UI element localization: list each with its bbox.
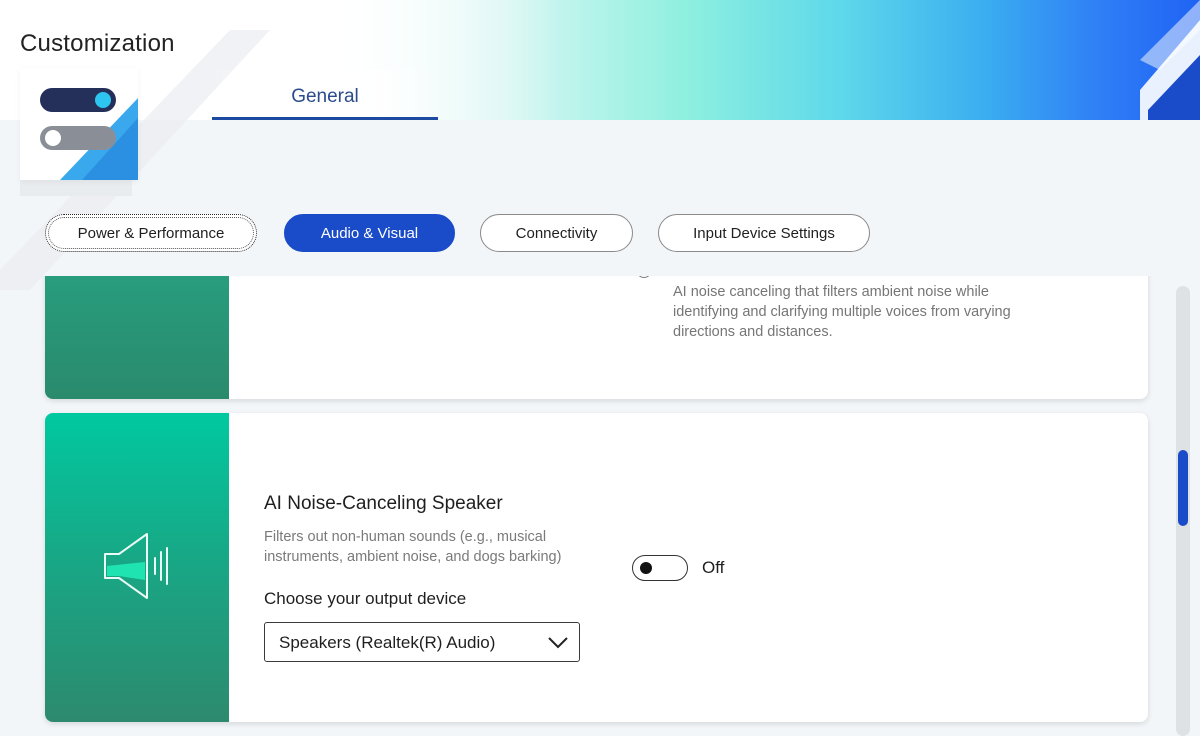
radio-button[interactable] [635, 276, 653, 278]
header-banner [0, 0, 1200, 120]
toggle-state-label: Off [702, 558, 725, 577]
scrollbar-thumb[interactable] [1178, 450, 1188, 526]
card-side-panel [45, 413, 229, 722]
category-power-performance[interactable]: Power & Performance [45, 214, 257, 252]
illustration-shadow [20, 180, 132, 196]
category-connectivity[interactable]: Connectivity [480, 214, 633, 252]
toggles-illustration-icon [40, 88, 138, 180]
category-input-device-settings[interactable]: Input Device Settings [658, 214, 870, 252]
app-title: Customization [20, 30, 175, 57]
tab-general-label: General [291, 86, 359, 107]
card-side-panel [45, 276, 229, 399]
toggle-knob [640, 562, 652, 574]
toggles-illustration [20, 68, 138, 180]
chevron-down-icon [548, 637, 568, 649]
tab-general[interactable]: General [212, 70, 438, 120]
speaker-icon [104, 533, 168, 599]
tab-active-underline [212, 117, 438, 120]
feature-description: AI noise canceling that filters ambient … [673, 284, 1011, 340]
output-device-dropdown[interactable]: Speakers (Realtek(R) Audio) [264, 622, 580, 662]
feature-title: AI Noise-Canceling Speaker [264, 493, 503, 514]
corner-decoration [1140, 0, 1200, 120]
settings-scroll-area[interactable]: AI noise canceling that filters ambient … [0, 276, 1200, 736]
ai-noise-canceling-speaker-card: AI Noise-Canceling Speaker Filters out n… [45, 413, 1148, 722]
output-device-label: Choose your output device [264, 589, 467, 608]
category-audio-visual[interactable]: Audio & Visual [284, 214, 455, 252]
previous-feature-card: AI noise canceling that filters ambient … [45, 276, 1148, 399]
output-device-value: Speakers (Realtek(R) Audio) [279, 633, 496, 652]
noise-canceling-speaker-toggle[interactable] [632, 555, 688, 581]
feature-description: Filters out non-human sounds (e.g., musi… [264, 529, 562, 565]
